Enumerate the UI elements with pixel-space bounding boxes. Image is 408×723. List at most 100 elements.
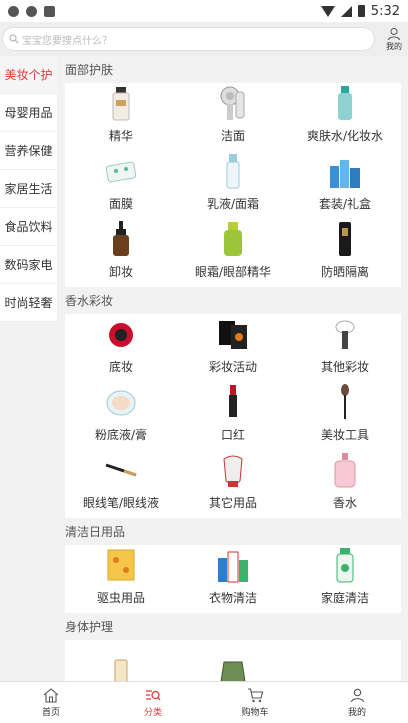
section-title: 面部护肤 [65, 63, 114, 77]
subcategory-label: 家庭清洁 [320, 591, 369, 605]
product-thumbnail [104, 546, 138, 584]
mine-button[interactable]: 我的 [386, 27, 402, 52]
subcategory-item[interactable]: 面膜 [65, 151, 177, 219]
subcategory-item[interactable]: 驱虫用品 [65, 545, 177, 613]
subcategory-label: 卸妆 [108, 265, 133, 279]
subcategory-item[interactable]: 精华 [65, 83, 177, 151]
subcategory-label: 粉底液/膏 [94, 428, 148, 442]
subcategory-item[interactable]: 彩妆活动 [177, 314, 289, 382]
subcategory-item[interactable]: 爽肤水/化妆水 [289, 83, 401, 151]
tab-category[interactable]: 分类 [102, 682, 204, 723]
subcategory-label: 眼霜/眼部精华 [194, 265, 272, 279]
subcategory-item[interactable]: 底妆 [65, 314, 177, 382]
product-thumbnail [104, 658, 138, 681]
subcategory-item[interactable] [65, 640, 177, 681]
product-thumbnail [104, 451, 138, 489]
product-thumbnail [328, 152, 362, 190]
wifi-icon [320, 5, 335, 17]
notification-icon [8, 5, 19, 17]
subcategory-item[interactable]: 粉底液/膏 [65, 382, 177, 450]
category-sidebar: 美妆个护 母婴用品 营养保健 家居生活 食品饮料 数码家电 时尚轻奢 [0, 56, 57, 322]
sidebar-item-6[interactable]: 时尚轻奢 [0, 284, 57, 322]
product-thumbnail [328, 383, 362, 421]
product-thumbnail [328, 451, 362, 489]
tab-cart-label: 购物车 [241, 707, 269, 718]
subcategory-label: 乳液/面霜 [206, 197, 260, 211]
product-thumbnail [328, 546, 362, 584]
signal-icon [340, 5, 352, 17]
sidebar-item-3[interactable]: 家居生活 [0, 170, 57, 208]
tab-mine-label: 我的 [347, 707, 366, 718]
subcategory-item[interactable]: 其它用品 [177, 450, 289, 518]
subcategory-item[interactable]: 香水 [289, 450, 401, 518]
subcategory-grid: 精华 洁面 爽肤水/化妆水面膜 乳液/面霜 套装/礼盒卸妆 眼霜/眼部精华 防晒隔离 [65, 83, 401, 287]
home-icon [43, 687, 59, 703]
tab-home[interactable]: 首页 [0, 682, 102, 723]
product-thumbnail [104, 84, 138, 122]
mine-label: 我的 [386, 41, 402, 51]
tab-category-label: 分类 [143, 707, 162, 718]
tab-cart[interactable]: 购物车 [204, 682, 306, 723]
user-icon [350, 688, 364, 702]
subcategory-item[interactable] [177, 640, 289, 681]
product-thumbnail [328, 315, 362, 353]
subcategory-label: 面膜 [108, 197, 133, 211]
subcategory-item[interactable]: 其他彩妆 [289, 314, 401, 382]
subcategory-grid: 驱虫用品 衣物清洁 家庭清洁 [65, 545, 401, 613]
app-icon [26, 5, 37, 17]
sidebar-item-5[interactable]: 数码家电 [0, 246, 57, 284]
subcategory-item[interactable]: 衣物清洁 [177, 545, 289, 613]
product-thumbnail [104, 220, 138, 258]
subcategory-item[interactable]: 家庭清洁 [289, 545, 401, 613]
subcategory-grid: 底妆 彩妆活动 其他彩妆粉底液/膏 口红 美妆工具眼线笔/眼线液 其它用品 香水 [65, 314, 401, 518]
product-thumbnail [104, 315, 138, 353]
sidebar-item-0[interactable]: 美妆个护 [0, 56, 57, 94]
product-thumbnail [328, 84, 362, 122]
subcategory-label: 底妆 [108, 360, 133, 374]
search-icon [9, 34, 19, 44]
subcategory-label: 口红 [220, 428, 245, 442]
subcategory-label: 其他彩妆 [320, 360, 369, 374]
subcategory-item[interactable]: 卸妆 [65, 219, 177, 287]
search-placeholder: 宝宝您要搜点什么？ [22, 35, 112, 47]
bottom-tab-bar: 首页 分类 购物车 我的 [0, 681, 408, 723]
subcategory-label: 洁面 [220, 129, 245, 143]
status-bar: 5:32 [0, 0, 408, 22]
subcategory-label: 防晒隔离 [320, 265, 369, 279]
subcategory-item[interactable]: 防晒隔离 [289, 219, 401, 287]
product-thumbnail [104, 383, 138, 421]
tab-mine[interactable]: 我的 [306, 682, 408, 723]
product-thumbnail [216, 658, 250, 681]
product-thumbnail [104, 152, 138, 190]
cart-icon [247, 687, 263, 702]
subcategory-label: 美妆工具 [320, 428, 369, 442]
product-thumbnail [216, 451, 250, 489]
tab-home-label: 首页 [41, 707, 60, 718]
subcategory-item[interactable]: 乳液/面霜 [177, 151, 289, 219]
subcategory-panel: 面部护肤精华 洁面 爽肤水/化妆水面膜 乳液/面霜 套装/礼盒卸妆 眼霜/眼部精华 防晒隔离… [65, 56, 401, 681]
sidebar-item-2[interactable]: 营养保健 [0, 132, 57, 170]
product-thumbnail [216, 152, 250, 190]
sidebar-item-1[interactable]: 母婴用品 [0, 94, 57, 132]
category-icon [146, 689, 161, 700]
search-input[interactable]: 宝宝您要搜点什么？ [2, 27, 375, 51]
subcategory-label: 香水 [332, 496, 357, 510]
subcategory-label: 其它用品 [208, 496, 257, 510]
section-title: 香水彩妆 [65, 294, 114, 308]
section-title: 清洁日用品 [65, 525, 126, 539]
subcategory-grid [65, 640, 401, 681]
product-thumbnail [216, 546, 250, 584]
product-thumbnail [216, 315, 250, 353]
subcategory-item[interactable]: 口红 [177, 382, 289, 450]
subcategory-label: 衣物清洁 [208, 591, 257, 605]
subcategory-item[interactable]: 套装/礼盒 [289, 151, 401, 219]
battery-icon [357, 5, 365, 17]
subcategory-item[interactable]: 美妆工具 [289, 382, 401, 450]
subcategory-item[interactable]: 洁面 [177, 83, 289, 151]
subcategory-item[interactable]: 眼霜/眼部精华 [177, 219, 289, 287]
product-thumbnail [216, 84, 250, 122]
subcategory-item[interactable]: 眼线笔/眼线液 [65, 450, 177, 518]
clock: 5:32 [370, 3, 400, 19]
subcategory-label: 眼线笔/眼线液 [82, 496, 160, 510]
sidebar-item-4[interactable]: 食品饮料 [0, 208, 57, 246]
